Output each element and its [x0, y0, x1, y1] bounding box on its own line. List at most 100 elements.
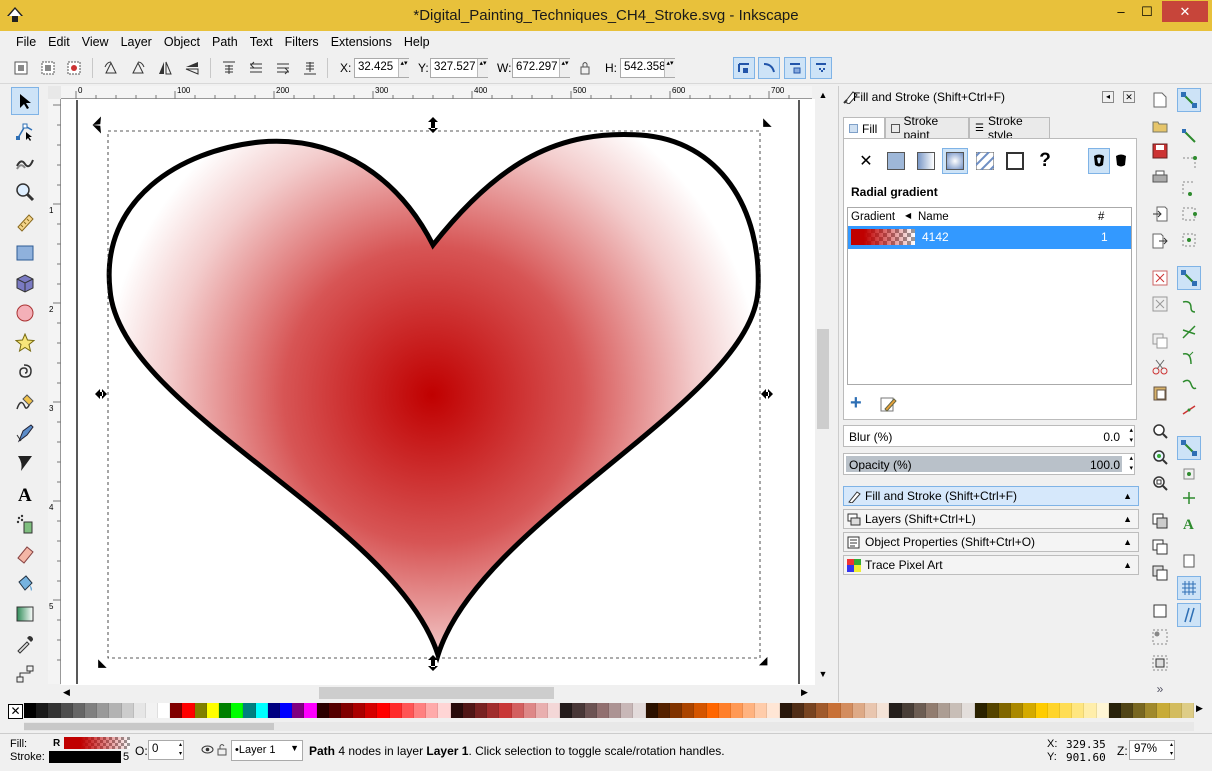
palette-swatch[interactable]: [97, 703, 110, 718]
snap-smooth-icon[interactable]: [1177, 372, 1201, 396]
x-input[interactable]: 32.425: [354, 58, 409, 78]
copy-icon[interactable]: [1151, 332, 1169, 350]
pencil-tool-icon[interactable]: [11, 389, 39, 417]
palette-swatch[interactable]: [682, 703, 695, 718]
snap-enable-icon[interactable]: [1177, 88, 1201, 112]
layer-visibility-icon[interactable]: [201, 743, 214, 756]
palette-swatch[interactable]: [328, 703, 341, 718]
palette-swatch[interactable]: [474, 703, 488, 718]
scroll-up-icon[interactable]: ▲: [815, 90, 831, 100]
fill-rule-evenodd-button[interactable]: [1088, 148, 1110, 174]
snap-intersection-icon[interactable]: [1177, 320, 1201, 344]
xml-editor-icon[interactable]: [1151, 654, 1169, 672]
palette-swatch[interactable]: [999, 703, 1012, 718]
measure-tool-icon[interactable]: [11, 208, 39, 236]
snap-page-border-icon[interactable]: [1177, 549, 1201, 573]
spray-tool-icon[interactable]: [11, 510, 39, 538]
palette-swatch[interactable]: [889, 703, 902, 718]
palette-swatch[interactable]: [353, 703, 366, 718]
palette-swatch[interactable]: [109, 703, 122, 718]
menu-path[interactable]: Path: [206, 35, 244, 49]
palette-swatch[interactable]: [535, 703, 549, 718]
palette-swatch[interactable]: [487, 703, 500, 718]
palette-swatch[interactable]: [1169, 703, 1182, 718]
duplicate-icon[interactable]: [1151, 512, 1169, 530]
close-button[interactable]: ✕: [1162, 1, 1208, 22]
palette-swatch[interactable]: [450, 703, 463, 718]
select-all-layers-icon[interactable]: [37, 57, 59, 79]
zoom-input[interactable]: 97% ▴ ▾: [1129, 740, 1175, 760]
open-document-icon[interactable]: [1151, 117, 1169, 135]
snap-others-icon[interactable]: [1177, 436, 1201, 460]
zoom-selection-icon[interactable]: [1151, 422, 1169, 440]
palette-swatch[interactable]: [1072, 703, 1085, 718]
palette-swatch[interactable]: [645, 703, 658, 718]
palette-swatch[interactable]: [791, 703, 804, 718]
maximize-button[interactable]: ☐: [1134, 1, 1160, 22]
vertical-scroll-thumb[interactable]: [817, 329, 829, 429]
palette-swatch[interactable]: [584, 703, 597, 718]
palette-swatch[interactable]: [548, 703, 561, 718]
palette-swatch[interactable]: [1145, 703, 1158, 718]
blur-spin-icon[interactable]: ▴ ▾: [1129, 426, 1133, 446]
add-gradient-icon[interactable]: +: [850, 393, 868, 413]
palette-swatch[interactable]: [231, 703, 244, 718]
menu-file[interactable]: File: [10, 35, 42, 49]
palette-swatch[interactable]: [755, 703, 768, 718]
zoom-page-icon[interactable]: [1151, 474, 1169, 492]
palette-swatch[interactable]: [365, 703, 378, 718]
palette-swatch[interactable]: [292, 703, 305, 718]
dock-object-properties[interactable]: Object Properties (Shift+Ctrl+O) ▲: [843, 532, 1139, 552]
count-column-header[interactable]: #: [1098, 211, 1104, 223]
palette-swatch[interactable]: [572, 703, 585, 718]
palette-scroll-icon[interactable]: ▶: [1196, 703, 1208, 720]
zoom-tool-icon[interactable]: [11, 178, 39, 206]
linear-gradient-button[interactable]: [913, 148, 939, 174]
tab-fill[interactable]: Fill: [843, 117, 885, 139]
snap-guides-icon[interactable]: [1177, 603, 1201, 627]
blur-slider[interactable]: Blur (%) 0.0 ▴ ▾: [843, 425, 1135, 447]
tweak-tool-icon[interactable]: [11, 148, 39, 176]
snap-grid-icon[interactable]: [1177, 576, 1201, 600]
ellipse-tool-icon[interactable]: [11, 299, 39, 327]
palette-swatch[interactable]: [1133, 703, 1146, 718]
palette-swatch[interactable]: [669, 703, 683, 718]
height-input[interactable]: 542.358: [620, 58, 675, 78]
no-paint-swatch[interactable]: ✕: [8, 704, 23, 719]
menu-layer[interactable]: Layer: [115, 35, 158, 49]
palette-swatch[interactable]: [426, 703, 439, 718]
menu-extensions[interactable]: Extensions: [325, 35, 398, 49]
snap-midpoint-icon[interactable]: [1177, 398, 1201, 422]
snap-text-baseline-icon[interactable]: A: [1177, 511, 1201, 535]
stroke-indicator[interactable]: [49, 751, 121, 763]
palette-swatch[interactable]: [267, 703, 280, 718]
scale-corners-icon[interactable]: [758, 57, 780, 79]
palette-swatch[interactable]: [840, 703, 853, 718]
palette-swatch[interactable]: [243, 703, 256, 718]
palette-swatch[interactable]: [499, 703, 512, 718]
snap-path-icon[interactable]: [1177, 294, 1201, 318]
gradient-tool-icon[interactable]: [11, 600, 39, 628]
rotate-cw-icon[interactable]: [127, 57, 149, 79]
palette-swatch[interactable]: [462, 703, 475, 718]
palette-swatch[interactable]: [938, 703, 951, 718]
menu-text[interactable]: Text: [244, 35, 279, 49]
dock-fill-and-stroke[interactable]: Fill and Stroke (Shift+Ctrl+F) ▲: [843, 486, 1139, 506]
invert-selection-icon[interactable]: [63, 57, 85, 79]
palette-swatch[interactable]: [145, 703, 159, 718]
palette-swatch[interactable]: [1047, 703, 1060, 718]
scale-stroke-icon[interactable]: [733, 57, 755, 79]
palette-swatch[interactable]: [633, 703, 646, 718]
palette-swatch[interactable]: [304, 703, 317, 718]
transform-pattern-icon[interactable]: [810, 57, 832, 79]
spiral-tool-icon[interactable]: [11, 359, 39, 387]
palette-swatch[interactable]: [511, 703, 524, 718]
menu-view[interactable]: View: [76, 35, 115, 49]
palette-swatch[interactable]: [389, 703, 402, 718]
new-document-icon[interactable]: [1151, 91, 1169, 109]
palette-swatch[interactable]: [974, 703, 987, 718]
snap-bbox-edge-icon[interactable]: [1177, 150, 1201, 174]
palette-swatch[interactable]: [706, 703, 719, 718]
dock-collapse-icon[interactable]: ◂: [1102, 91, 1114, 103]
snap-rotation-center-icon[interactable]: [1177, 486, 1201, 510]
